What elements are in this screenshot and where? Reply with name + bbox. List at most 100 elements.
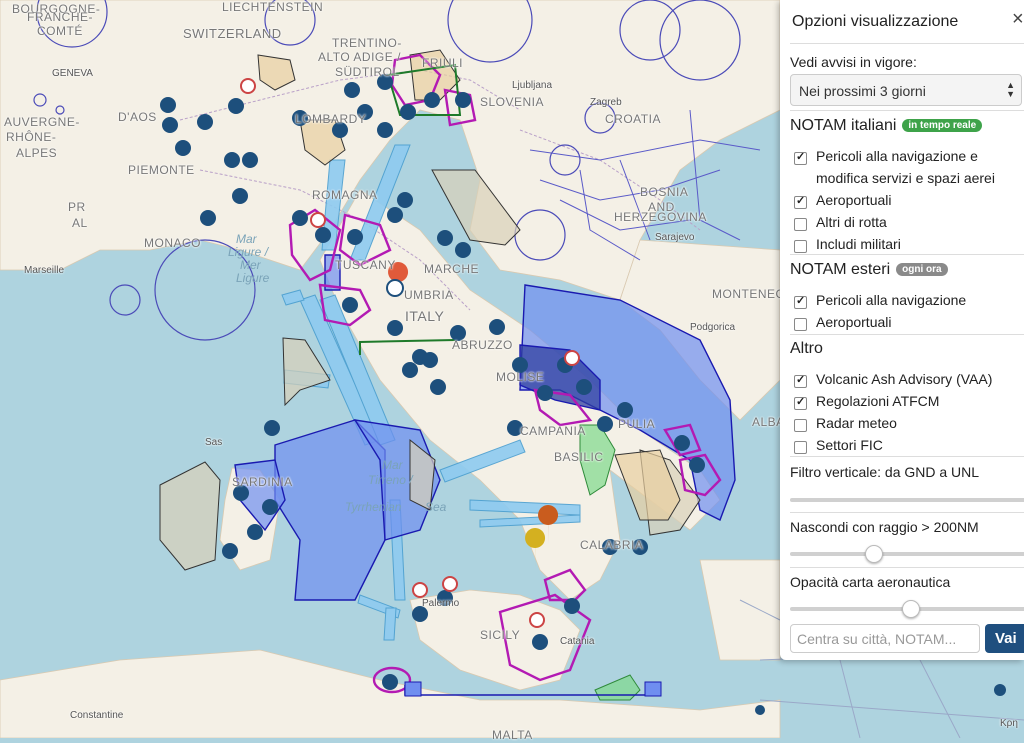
vertical-filter-label: Filtro verticale: da GND a UNL: [790, 464, 980, 480]
map-label-italy: ITALY: [405, 308, 445, 324]
divider: [790, 43, 1024, 44]
map-label-romagna: ROMAGNA: [312, 188, 378, 202]
map-label-abruzzo: ABRUZZO: [452, 338, 513, 352]
vertical-filter-slider[interactable]: [790, 498, 1024, 502]
checkbox-vaa[interactable]: Volcanic Ash Advisory (VAA): [794, 371, 992, 390]
map-label-mar-tirreno-1: Mar: [382, 458, 403, 472]
map-label-mar-ligure-3: Mer: [240, 258, 261, 272]
divider: [790, 254, 1024, 255]
checkbox-label: Pericoli alla navigazione: [816, 292, 967, 308]
map-label-aosta: D'AOS: [118, 110, 157, 124]
checkbox-enroute[interactable]: Altri di rotta: [794, 214, 887, 233]
opacity-label: Opacità carta aeronautica: [790, 574, 951, 590]
map-label-croatia: CROATIA: [605, 112, 661, 126]
checkbox-foreign-airports[interactable]: Aeroportuali: [794, 314, 892, 333]
slider-thumb[interactable]: [902, 600, 920, 618]
notices-label: Vedi avvisi in vigore:: [790, 54, 917, 70]
map-label-molise: MOLISE: [496, 370, 545, 384]
map-label-friuli: FRIULI: [422, 56, 464, 70]
italian-notam-header: NOTAM italiani in tempo reale: [790, 117, 983, 135]
checkbox-label: Aeroportuali: [816, 314, 892, 330]
map-label-ljubljana: Ljubljana: [512, 80, 553, 91]
map-label-sicily: SICILY: [480, 628, 521, 642]
map-label-mar-ligure-1: Mar: [236, 232, 257, 246]
map-label-bosnia: BOSNIA: [640, 185, 689, 199]
map-label-mar-tirreno-4: Sea: [425, 500, 447, 514]
checkbox-radar[interactable]: Radar meteo: [794, 415, 897, 434]
checkbox-box[interactable]: [794, 318, 807, 331]
map-label-sardinia: SARDINIA: [232, 475, 293, 489]
map-label-switzerland: SWITZERLAND: [183, 26, 282, 41]
radius-label: Nascondi con raggio > 200NM: [790, 519, 979, 535]
map-label-al: AL: [72, 216, 88, 230]
map-label-campania: CAMPANIA: [520, 424, 586, 438]
checkbox-box[interactable]: [794, 218, 807, 231]
select-arrows-icon: ▲ ▼: [1006, 80, 1015, 99]
other-header: Altro: [790, 340, 823, 357]
map-label-franche: FRANCHE-: [27, 10, 93, 24]
map-label-rhone: RHÔNE-: [6, 130, 57, 144]
map-label-zagreb: Zagreb: [590, 97, 622, 108]
slider-thumb[interactable]: [864, 545, 883, 563]
map-label-mar-ligure-2: Ligure /: [228, 245, 269, 259]
checkbox-label: Aeroportuali: [816, 192, 892, 208]
search-input[interactable]: [790, 624, 980, 653]
map-label-alpes: ALPES: [16, 146, 58, 160]
checkbox-box[interactable]: [794, 441, 807, 454]
map-label-catania: Catania: [560, 636, 595, 647]
foreign-notam-header: NOTAM esteri ogni ora: [790, 261, 948, 279]
map-label-liechtenstein: LIECHTENSTEIN: [222, 0, 324, 14]
realtime-badge: in tempo reale: [902, 119, 983, 132]
foreign-notam-title: NOTAM esteri: [790, 261, 891, 278]
map-label-herzegovina: HERZEGOVINA: [614, 210, 707, 224]
map-label-geneva: GENEVA: [52, 68, 93, 79]
map-label-marseille: Marseille: [24, 265, 65, 276]
divider: [790, 512, 1024, 513]
panel-title: Opzioni visualizzazione: [792, 13, 959, 30]
opacity-slider[interactable]: [790, 600, 1024, 618]
map-label-basilicata: BASILIC: [554, 450, 604, 464]
checkbox-foreign-hazards[interactable]: Pericoli alla navigazione: [794, 292, 966, 311]
checkbox-box[interactable]: [794, 194, 807, 209]
checkbox-label-line2: modifica servizi e spazi aerei: [816, 170, 995, 186]
radius-slider[interactable]: [790, 545, 1024, 563]
checkbox-atfcm[interactable]: Regolazioni ATFCM: [794, 393, 939, 412]
close-icon[interactable]: ×: [1012, 8, 1024, 31]
checkbox-label: Radar meteo: [816, 415, 897, 431]
checkbox-fic[interactable]: Settori FIC: [794, 437, 883, 456]
map-label-lombardy: LOMBARDY: [295, 112, 367, 126]
map-label-alto-adige: ALTO ADIGE /: [318, 50, 401, 64]
map-label-pr: PR: [68, 200, 86, 214]
checkbox-box[interactable]: [794, 419, 807, 432]
checkbox-label: Volcanic Ash Advisory (VAA): [816, 371, 993, 387]
checkbox-military[interactable]: Includi militari: [794, 236, 901, 255]
checkbox-label: Altri di rotta: [816, 214, 887, 230]
map-label-sarajevo: Sarajevo: [655, 232, 695, 243]
map-label-marche: MARCHE: [424, 262, 480, 276]
checkbox-box[interactable]: [794, 294, 807, 309]
notices-select[interactable]: Nei prossimi 3 giorni ▲ ▼: [790, 74, 1022, 106]
hourly-badge: ogni ora: [896, 263, 948, 276]
checkbox-box[interactable]: [794, 240, 807, 253]
map-label-sassari: Sas: [205, 437, 223, 448]
map-label-slovenia: SLOVENIA: [480, 95, 545, 109]
map-label-mar-tirreno-2: Tirreno /: [368, 473, 413, 487]
divider: [790, 110, 1024, 111]
checkbox-hazards[interactable]: Pericoli alla navigazione e modifica serv…: [794, 148, 995, 189]
map-label-calabria: CALABRIA: [580, 538, 644, 552]
map-label-auvergne: AUVERGNE-: [4, 115, 80, 129]
display-options-panel: Opzioni visualizzazione × Vedi avvisi in…: [780, 0, 1024, 660]
map-label-piemonte: PIEMONTE: [128, 163, 195, 177]
divider: [790, 334, 1024, 335]
divider: [790, 567, 1024, 568]
checkbox-label: Settori FIC: [816, 437, 883, 453]
checkbox-box[interactable]: [794, 373, 807, 388]
checkbox-airports[interactable]: Aeroportuali: [794, 192, 892, 211]
checkbox-box[interactable]: [794, 395, 807, 410]
map-label-mar-ligure-4: Ligure: [236, 271, 270, 285]
map-label-apulia: PULIA: [618, 417, 656, 431]
map-label-malta: MALTA: [492, 728, 533, 742]
map-label-umbria: UMBRIA: [404, 288, 454, 302]
go-button[interactable]: Vai: [985, 624, 1024, 653]
checkbox-box[interactable]: [794, 150, 807, 165]
